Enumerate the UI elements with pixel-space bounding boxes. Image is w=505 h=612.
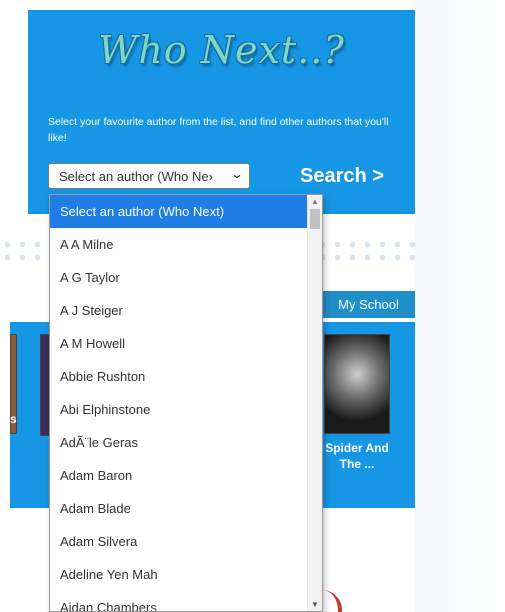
author-select-value: Select an author (Who Ne› [59, 169, 213, 184]
dropdown-option[interactable]: AdÃ¨le Geras [50, 426, 308, 459]
dropdown-option[interactable]: A J Steiger [50, 294, 308, 327]
book-title[interactable]: Spider And The ... [320, 440, 394, 472]
search-button[interactable]: Search > [300, 165, 384, 188]
book-title[interactable]: s [10, 412, 17, 426]
book-title-line: Spider And [325, 441, 389, 455]
author-dropdown-list[interactable]: Select an author (Who Next) A A Milne A G … [49, 194, 323, 612]
dropdown-option[interactable]: Select an author (Who Next) [50, 195, 308, 228]
decorative-edge [322, 590, 342, 612]
background-gradient [415, 0, 505, 612]
book-title-line: The ... [339, 457, 375, 471]
author-select[interactable]: Select an author (Who Ne› ⌄ [48, 163, 250, 189]
dropdown-option[interactable]: Adam Silvera [50, 525, 308, 558]
arrow-down-icon[interactable]: ▼ [311, 600, 319, 609]
intro-text: Select your favourite author from the li… [48, 116, 389, 144]
tab-my-school[interactable]: My School [322, 291, 415, 318]
who-next-panel: Who Next..? Select your favourite author… [28, 10, 415, 214]
chevron-down-icon: ⌄ [230, 167, 244, 181]
dropdown-option[interactable]: A A Milne [50, 228, 308, 261]
scrollbar[interactable]: ▲ ▼ [307, 195, 322, 611]
dropdown-option[interactable]: Abbie Rushton [50, 360, 308, 393]
arrow-up-icon[interactable]: ▲ [311, 197, 319, 206]
dropdown-options: Select an author (Who Next) A A Milne A G … [50, 195, 322, 611]
dropdown-option[interactable]: Adeline Yen Mah [50, 558, 308, 591]
who-next-logo: Who Next..? [98, 28, 345, 72]
dropdown-option[interactable]: A M Howell [50, 327, 308, 360]
dropdown-option[interactable]: Aidan Chambers [50, 591, 308, 611]
book-cover[interactable] [324, 334, 390, 434]
scroll-thumb[interactable] [310, 209, 320, 229]
dropdown-option[interactable]: A G Taylor [50, 261, 308, 294]
dropdown-option[interactable]: Adam Blade [50, 492, 308, 525]
dropdown-option[interactable]: Abi Elphinstone [50, 393, 308, 426]
dropdown-option[interactable]: Adam Baron [50, 459, 308, 492]
